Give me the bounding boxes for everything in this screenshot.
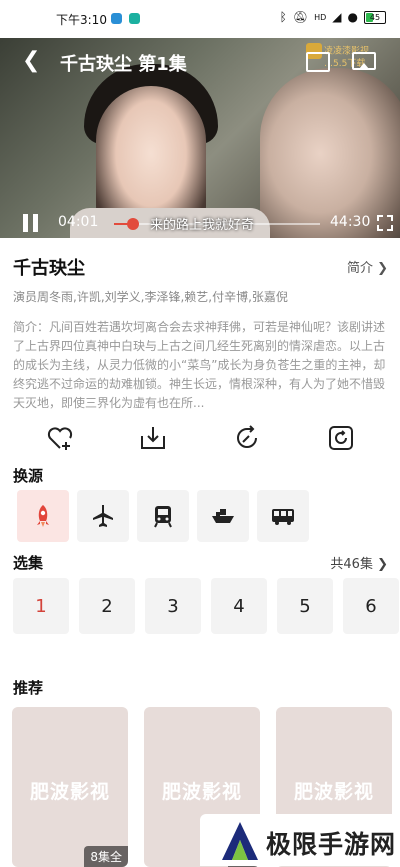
download-icon[interactable]: [139, 424, 167, 452]
source-item[interactable]: [77, 490, 129, 542]
source-list: [17, 490, 309, 542]
picture-in-picture-icon[interactable]: [306, 52, 330, 72]
action-bar: [0, 422, 400, 454]
chevron-right-icon: ❯: [377, 557, 388, 572]
recommend-card-title: 肥波影视: [29, 781, 110, 803]
bluetooth-icon: ᛒ: [279, 10, 287, 24]
favorite-add-icon[interactable]: [46, 424, 74, 452]
recommend-card-badge: 8集全: [84, 846, 128, 867]
current-time: 04:01: [58, 214, 99, 230]
chat-icon: ●: [347, 10, 358, 24]
show-title: 千古玦尘: [13, 258, 85, 279]
recommend-card-title: 肥波影视: [293, 781, 374, 803]
total-time: 44:30: [330, 214, 371, 230]
app-notification-icon: [129, 13, 140, 24]
bus-icon: [272, 509, 294, 525]
episode-item[interactable]: 3: [145, 578, 201, 634]
source-item[interactable]: [17, 490, 69, 542]
episodes-heading: 选集: [13, 554, 44, 572]
network-icon: HD: [314, 12, 327, 22]
recommend-card-title: 肥波影视: [161, 781, 242, 803]
airplane-icon: [93, 505, 113, 527]
brand-logo-icon: [222, 822, 258, 860]
recommend-heading: 推荐: [13, 679, 44, 697]
cast-list: 演员周冬雨,许凯,刘学义,李泽锋,赖艺,付辛博,张嘉倪: [13, 290, 288, 304]
source-item[interactable]: [197, 490, 249, 542]
subtitle-text: 来的路上我就好奇: [150, 218, 255, 233]
description[interactable]: 简介：凡间百姓若遇坎坷离合会去求神拜佛，可若是神仙呢？该剧讲述了上古界四位真神中…: [13, 318, 387, 413]
brand-watermark: 极限手游网: [200, 814, 400, 866]
episode-item[interactable]: 5: [277, 578, 333, 634]
brand-name: 极限手游网: [266, 830, 397, 859]
video-frame-figure: [260, 68, 400, 238]
episode-item[interactable]: 6: [343, 578, 399, 634]
share-icon[interactable]: [233, 424, 261, 452]
pause-button[interactable]: [22, 214, 40, 232]
battery-icon: 45: [364, 10, 386, 24]
cast-screen-icon[interactable]: [352, 52, 376, 70]
train-icon: [154, 506, 172, 528]
signal-icon: ◢: [332, 10, 342, 24]
recommend-card[interactable]: 肥波影视 8集全: [12, 707, 128, 867]
status-icons: ᛒ 🔕︎ HD ◢ ● 45: [280, 10, 386, 24]
progress-thumb[interactable]: [127, 218, 139, 230]
video-player[interactable]: ❮ 千古玦尘 第1集 凌凌漆影视 …5.5下载 04:01 来的路上我就好奇 4…: [0, 38, 400, 238]
episode-item[interactable]: 4: [211, 578, 267, 634]
mute-icon: 🔕︎: [292, 10, 309, 24]
episode-item[interactable]: 2: [79, 578, 135, 634]
ship-icon: [212, 509, 234, 523]
status-bar: 下午3:10 ᛒ 🔕︎ HD ◢ ● 45: [0, 0, 400, 38]
player-title: 千古玦尘 第1集: [60, 54, 187, 75]
refresh-icon[interactable]: [327, 424, 355, 452]
status-time: 下午3:10: [56, 13, 107, 27]
episode-item[interactable]: 1: [13, 578, 69, 634]
app-notification-icon: [111, 13, 122, 24]
fullscreen-icon[interactable]: [377, 215, 393, 231]
episode-list: 1 2 3 4 5 6: [13, 578, 399, 634]
sources-heading: 换源: [13, 467, 44, 485]
back-icon[interactable]: ❮: [22, 48, 40, 73]
chevron-right-icon: ❯: [377, 261, 388, 276]
source-item[interactable]: [137, 490, 189, 542]
intro-link[interactable]: 简介 ❯: [347, 257, 388, 276]
rocket-icon: [37, 505, 49, 527]
episodes-total-link[interactable]: 共46集 ❯: [330, 553, 388, 572]
source-item[interactable]: [257, 490, 309, 542]
